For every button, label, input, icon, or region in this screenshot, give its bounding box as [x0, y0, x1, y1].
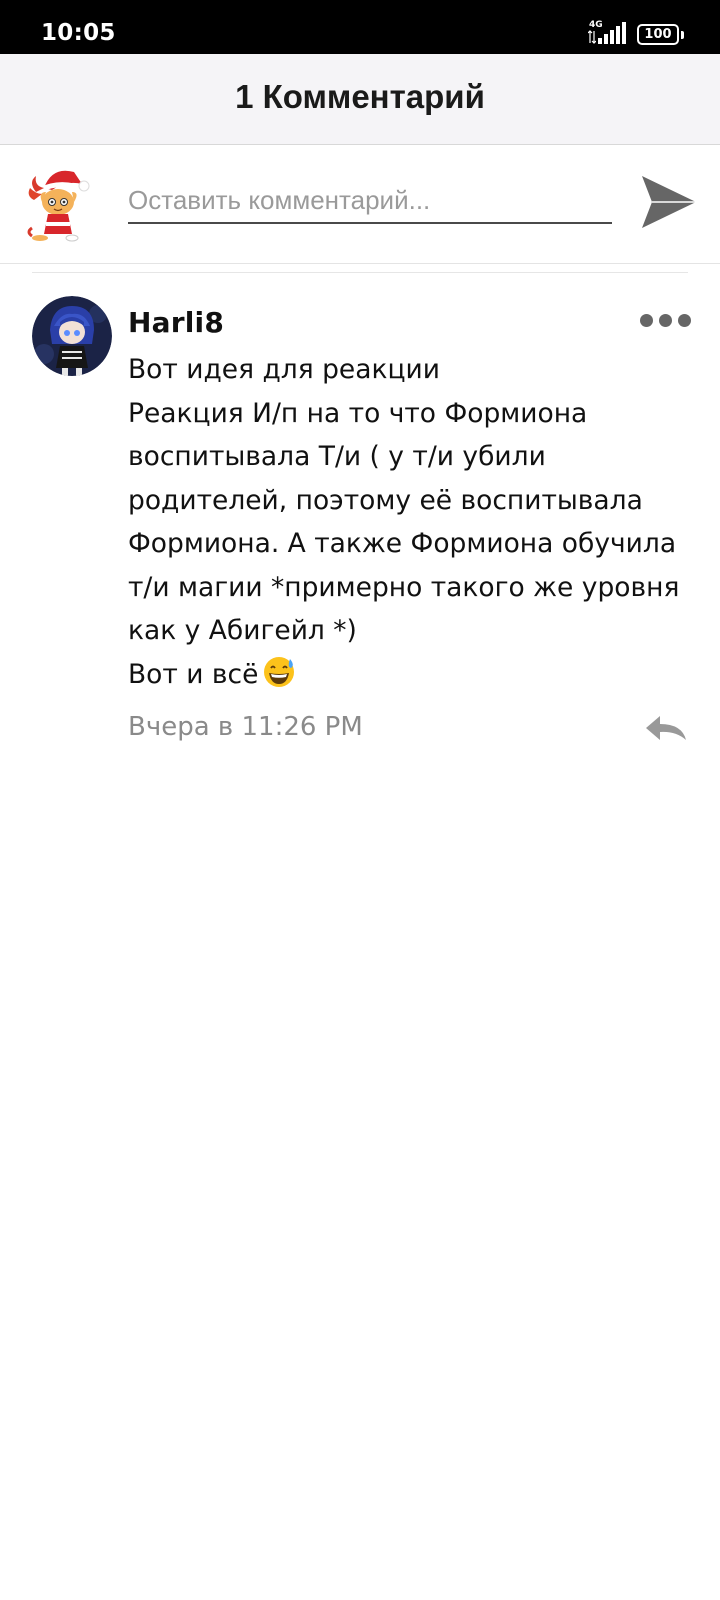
more-dot [678, 314, 691, 327]
comment-input[interactable] [128, 178, 612, 224]
battery-tip [681, 31, 684, 39]
comment-line: т/и магии *примерно такого же уровня [128, 571, 680, 603]
comments-header: 1 Комментарий [0, 54, 720, 145]
data-arrows-icon [588, 30, 596, 44]
battery-icon: 100 [637, 24, 679, 45]
comment-line: Вот и всё [128, 658, 259, 690]
signal-strength-icon [598, 22, 626, 44]
status-bar: 10:05 4G 100 [0, 0, 720, 54]
comment-compose-bar [0, 146, 720, 264]
comment-text: Вот идея для реакции Реакция И/п на то ч… [128, 348, 698, 696]
send-arrow-icon[interactable] [638, 172, 698, 232]
more-dot [640, 314, 653, 327]
comment-author[interactable]: Harli8 [128, 306, 224, 339]
comment-timestamp: Вчера в 11:26 PM [128, 712, 363, 742]
comment-last-line: Вот и всё [128, 653, 698, 697]
comment-item: Harli8 Вот идея для реакции Реакция И/п … [0, 282, 720, 762]
comment-line: родителей, поэтому её воспитывала [128, 484, 643, 516]
list-divider [32, 272, 688, 273]
santa-cat-avatar-icon[interactable] [22, 162, 94, 242]
battery-level: 100 [644, 27, 672, 42]
comment-line: Вот идея для реакции [128, 354, 440, 385]
more-options-icon[interactable] [640, 312, 691, 330]
comment-line: Реакция И/п на то что Формиона [128, 397, 588, 429]
page-title: 1 Комментарий [235, 78, 485, 115]
comment-line: как у Абигейл *) [128, 615, 357, 646]
reply-icon[interactable] [642, 712, 690, 744]
grinning-sweat-emoji [264, 656, 295, 687]
status-time: 10:05 [41, 20, 116, 46]
more-dot [659, 314, 672, 327]
comment-line: Формиона. А также Формиона обучила [128, 528, 677, 559]
avatar[interactable] [32, 296, 112, 376]
comment-line: воспитывала Т/и ( у т/и убили [128, 441, 546, 472]
